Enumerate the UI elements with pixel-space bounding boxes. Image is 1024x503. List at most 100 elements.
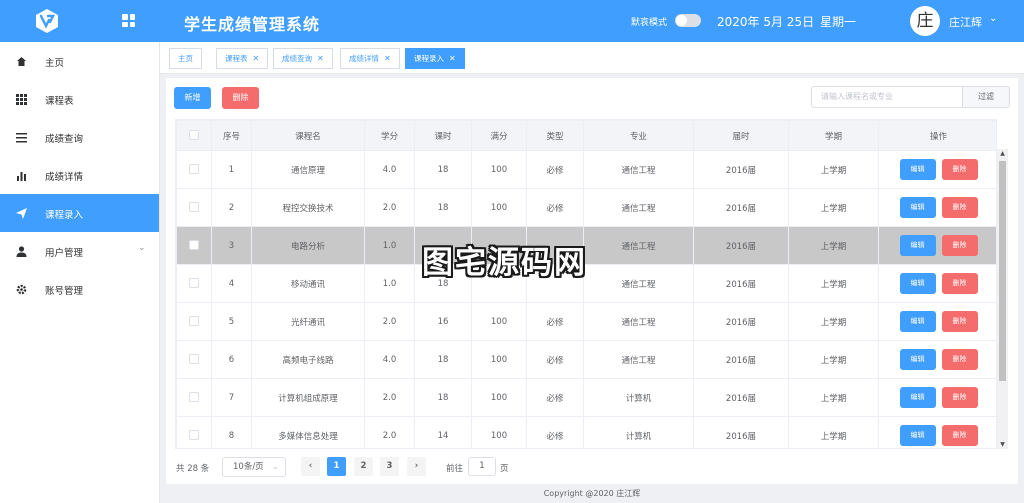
row-checkbox[interactable] [189,164,199,175]
avatar[interactable]: 庄 [910,6,940,36]
tab-home[interactable]: 主页 [169,48,202,69]
edit-button[interactable]: 编辑 [899,235,936,256]
sidebar-item-timetable[interactable]: 课程表 [0,80,159,118]
table-cell: 2016届 [693,416,789,448]
dark-mode-toggle[interactable] [675,14,701,27]
add-button[interactable]: 新增 [174,87,211,109]
row-checkbox[interactable] [189,354,199,365]
edit-button[interactable]: 编辑 [899,273,936,294]
table-row[interactable]: 5 光纤通讯 2.0 16 100 必修 通信工程 2016届 上学期 编辑 删除 [176,302,996,341]
tab-grade-query[interactable]: 成绩查询 ✕ [273,48,333,69]
footer-copyright: Copyright @2020 庄江辉 [543,489,641,498]
page-button-2[interactable]: 2 [354,457,373,476]
collapse-menu-icon[interactable] [122,14,135,27]
sidebar: 主页 课程表 成绩查询 成绩详情 课程录入 用户管理 ⌄ 账号管理 [0,42,160,503]
table-row[interactable]: 6 高频电子线路 4.0 18 100 必修 通信工程 2016届 上学期 编辑 删除 [176,340,996,379]
close-icon[interactable]: ✕ [449,54,456,63]
page-size-select[interactable]: 10条/页 ⌄ [222,457,286,477]
chevron-down-icon[interactable]: ⌄ [989,13,997,24]
table-cell: 计算机 [583,378,694,417]
delete-button[interactable]: 删除 [941,387,978,408]
main-card: 新增 删除 请输入课程名或专业 过滤 序号 课程名 学分 课时 满分 类型 专业 [166,78,1018,484]
close-icon[interactable]: ✕ [384,54,391,63]
table-row[interactable]: 7 计算机组成原理 2.0 18 100 必修 计算机 2016届 上学期 编辑 删除 [176,378,996,417]
row-checkbox-cell[interactable] [176,188,212,227]
row-checkbox[interactable] [189,278,199,289]
table-cell: 1.0 [364,264,415,303]
sidebar-item-grade-details[interactable]: 成绩详情 [0,156,159,194]
edit-button[interactable]: 编辑 [899,159,936,180]
sidebar-item-home[interactable]: 主页 [0,42,159,80]
sidebar-item-course-entry[interactable]: 课程录入 [0,194,159,232]
tab-course-entry[interactable]: 课程录入 ✕ [405,48,465,69]
table-cell: 通信工程 [583,340,694,379]
sidebar-item-label: 课程录入 [45,210,84,221]
scroll-down-icon[interactable]: ▼ [998,441,1007,448]
row-checkbox-cell[interactable] [176,150,212,189]
search-input[interactable]: 请输入课程名或专业 [811,86,963,108]
row-checkbox[interactable] [189,240,199,251]
prev-page-button[interactable]: ‹ [301,457,320,476]
scroll-up-icon[interactable]: ▲ [998,150,1007,157]
table-cell: 上学期 [788,416,879,448]
row-checkbox[interactable] [189,316,199,327]
row-checkbox-cell[interactable] [176,378,212,417]
batch-delete-button[interactable]: 删除 [222,87,259,109]
goto-unit: 页 [500,464,509,474]
table-row[interactable]: 1 通信原理 4.0 18 100 必修 通信工程 2016届 上学期 编辑 删除 [176,150,996,189]
tab-grade-details[interactable]: 成绩详情 ✕ [340,48,400,69]
table-header: 序号 课程名 学分 课时 满分 类型 专业 届时 学期 操作 [176,120,996,151]
table-cell: 必修 [526,416,584,448]
delete-button[interactable]: 删除 [941,273,978,294]
delete-button[interactable]: 删除 [941,159,978,180]
username[interactable]: 庄江辉 [949,14,982,30]
row-checkbox-cell[interactable] [176,302,212,341]
edit-button[interactable]: 编辑 [899,349,936,370]
scrollbar-thumb[interactable] [999,161,1006,381]
page-button-3[interactable]: 3 [380,457,399,476]
table-cell: 8 [211,416,252,448]
sidebar-item-user-management[interactable]: 用户管理 ⌄ [0,232,159,270]
row-checkbox[interactable] [189,202,199,213]
sidebar-item-label: 用户管理 [45,248,84,259]
next-page-button[interactable]: › [407,457,426,476]
delete-button[interactable]: 删除 [941,197,978,218]
sidebar-item-account-management[interactable]: 账号管理 [0,270,159,308]
current-date: 2020年 5月 25日 [717,15,815,29]
tab-timetable[interactable]: 课程表 ✕ [216,48,269,69]
table-cell: 2.0 [364,416,415,448]
edit-button[interactable]: 编辑 [899,425,936,446]
sidebar-item-label: 课程表 [45,96,74,107]
sidebar-item-grade-query[interactable]: 成绩查询 [0,118,159,156]
table-scrollbar[interactable]: ▲ ▼ [997,149,1008,449]
filter-button[interactable]: 过滤 [962,86,1010,108]
edit-button[interactable]: 编辑 [899,197,936,218]
row-checkbox-cell[interactable] [176,226,212,265]
table-cell: 程控交换技术 [251,188,365,227]
goto-page-input[interactable]: 1 [468,457,496,476]
edit-button[interactable]: 编辑 [899,311,936,332]
close-icon[interactable]: ✕ [253,54,260,63]
table-cell: 电路分析 [251,226,365,265]
row-checkbox-cell[interactable] [176,264,212,303]
column-header: 操作 [878,120,996,151]
row-checkbox-cell[interactable] [176,340,212,379]
row-checkbox[interactable] [189,392,199,403]
delete-button[interactable]: 删除 [941,311,978,332]
table-cell: 100 [471,150,527,189]
close-icon[interactable]: ✕ [317,54,324,63]
table-cell: 移动通讯 [251,264,365,303]
tab-label: 主页 [178,54,193,63]
table-row[interactable]: 2 程控交换技术 2.0 18 100 必修 通信工程 2016届 上学期 编辑 删除 [176,188,996,227]
select-all-checkbox-cell[interactable] [176,120,212,151]
select-all-checkbox[interactable] [189,130,199,141]
row-checkbox[interactable] [189,430,199,441]
page-button-1[interactable]: 1 [327,457,346,476]
delete-button[interactable]: 删除 [941,349,978,370]
delete-button[interactable]: 删除 [941,235,978,256]
sidebar-item-label: 成绩详情 [45,172,84,183]
row-checkbox-cell[interactable] [176,416,212,448]
table-row[interactable]: 8 多媒体信息处理 2.0 14 100 必修 计算机 2016届 上学期 编辑 删除 [176,416,996,448]
edit-button[interactable]: 编辑 [899,387,936,408]
delete-button[interactable]: 删除 [941,425,978,446]
